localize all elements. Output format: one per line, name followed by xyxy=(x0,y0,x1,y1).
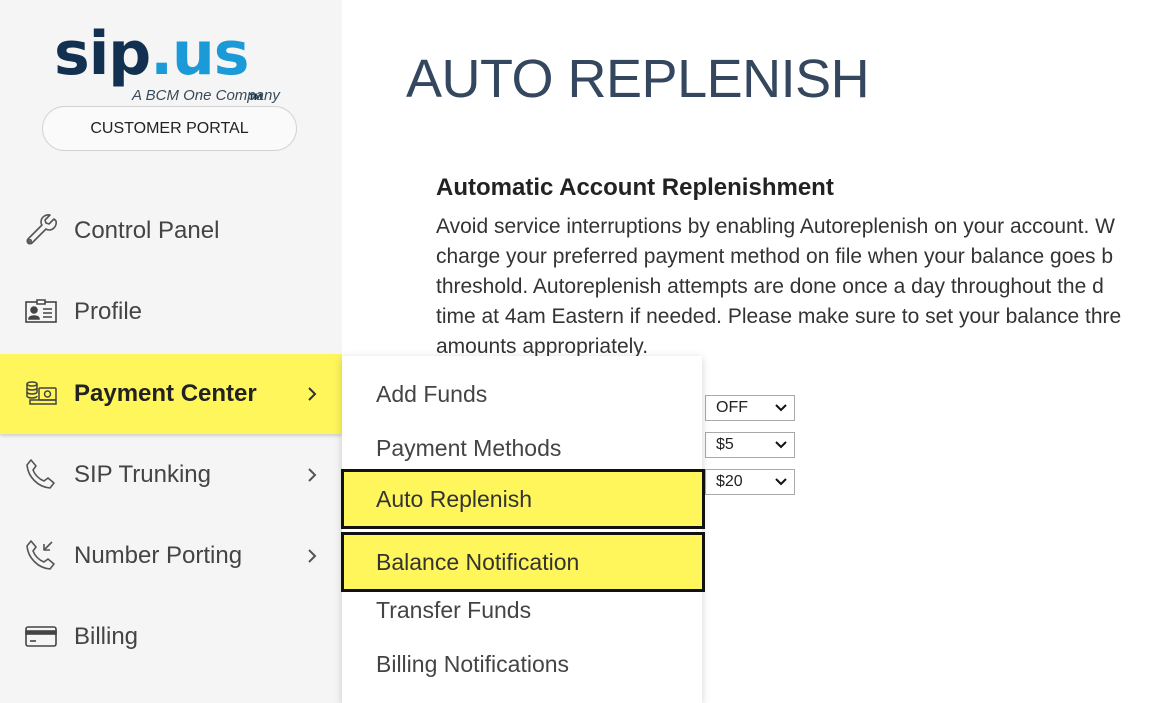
phone-forward-icon xyxy=(26,540,55,570)
description-line: time at 4am Eastern if needed. Please ma… xyxy=(436,305,1122,328)
threshold-select[interactable]: $5 xyxy=(705,432,795,458)
logo-part-us: us xyxy=(172,19,249,89)
sidebar-item-sip-trunking[interactable]: SIP Trunking xyxy=(0,435,342,515)
description-line: threshold. Autoreplenish attempts are do… xyxy=(436,275,1104,298)
payment-center-submenu: Add Funds Payment Methods Auto Replenish… xyxy=(341,356,705,703)
page-title: AUTO REPLENISH xyxy=(406,49,870,109)
chevron-right-icon xyxy=(302,354,322,434)
logo[interactable]: sip.usTM A BCM One Company xyxy=(54,24,294,104)
sidebar-item-profile[interactable]: Profile xyxy=(0,272,342,352)
credit-card-icon xyxy=(25,626,57,647)
select-value: $20 xyxy=(716,473,743,490)
replenish-amount-select[interactable]: $20 xyxy=(705,469,795,495)
submenu-item-transfer-funds[interactable]: Transfer Funds xyxy=(342,583,702,637)
logo-part-sip: sip xyxy=(54,19,151,89)
submenu-item-add-funds[interactable]: Add Funds xyxy=(342,367,702,421)
sidebar-item-label: Billing xyxy=(74,623,139,650)
sidebar: sip.usTM A BCM One Company CUSTOMER PORT… xyxy=(0,0,342,703)
submenu-item-payment-methods[interactable]: Payment Methods xyxy=(342,421,702,475)
logo-subtitle: A BCM One Company xyxy=(132,87,280,104)
logo-dot: . xyxy=(150,19,173,89)
phone-icon xyxy=(26,459,55,489)
sidebar-item-control-panel[interactable]: Control Panel xyxy=(0,191,342,271)
description-line: charge your preferred payment method on … xyxy=(436,245,1114,268)
sidebar-item-label: Payment Center xyxy=(74,380,257,407)
sidebar-item-label: Control Panel xyxy=(74,217,220,244)
app-root: sip.usTM A BCM One Company CUSTOMER PORT… xyxy=(0,0,1170,703)
chevron-down-icon xyxy=(775,441,787,449)
section-title: Automatic Account Replenishment xyxy=(436,174,834,201)
auto-replenish-toggle-select[interactable]: OFF xyxy=(705,395,795,421)
id-card-icon xyxy=(25,299,57,323)
sidebar-item-billing[interactable]: Billing xyxy=(0,597,342,677)
wrench-icon xyxy=(26,214,57,245)
chevron-down-icon xyxy=(775,404,787,412)
section-description: Avoid service interruptions by enabling … xyxy=(436,212,1170,362)
coins-icon xyxy=(26,381,57,405)
description-line: Avoid service interruptions by enabling … xyxy=(436,215,1116,238)
chevron-down-icon xyxy=(775,478,787,486)
chevron-right-icon xyxy=(302,435,322,515)
sidebar-item-number-porting[interactable]: Number Porting xyxy=(0,516,342,596)
submenu-item-billing-notifications[interactable]: Billing Notifications xyxy=(342,637,702,691)
sidebar-item-label: SIP Trunking xyxy=(74,461,211,488)
sidebar-item-payment-center[interactable]: Payment Center xyxy=(0,354,342,434)
select-value: $5 xyxy=(716,436,734,453)
sidebar-item-label: Profile xyxy=(74,298,143,325)
sidebar-item-label: Number Porting xyxy=(74,542,243,569)
select-value: OFF xyxy=(716,399,748,416)
logo-wordmark: sip.usTM xyxy=(54,24,294,103)
customer-portal-button[interactable]: CUSTOMER PORTAL xyxy=(42,106,297,151)
chevron-right-icon xyxy=(302,516,322,596)
submenu-item-auto-replenish[interactable]: Auto Replenish xyxy=(341,469,705,529)
